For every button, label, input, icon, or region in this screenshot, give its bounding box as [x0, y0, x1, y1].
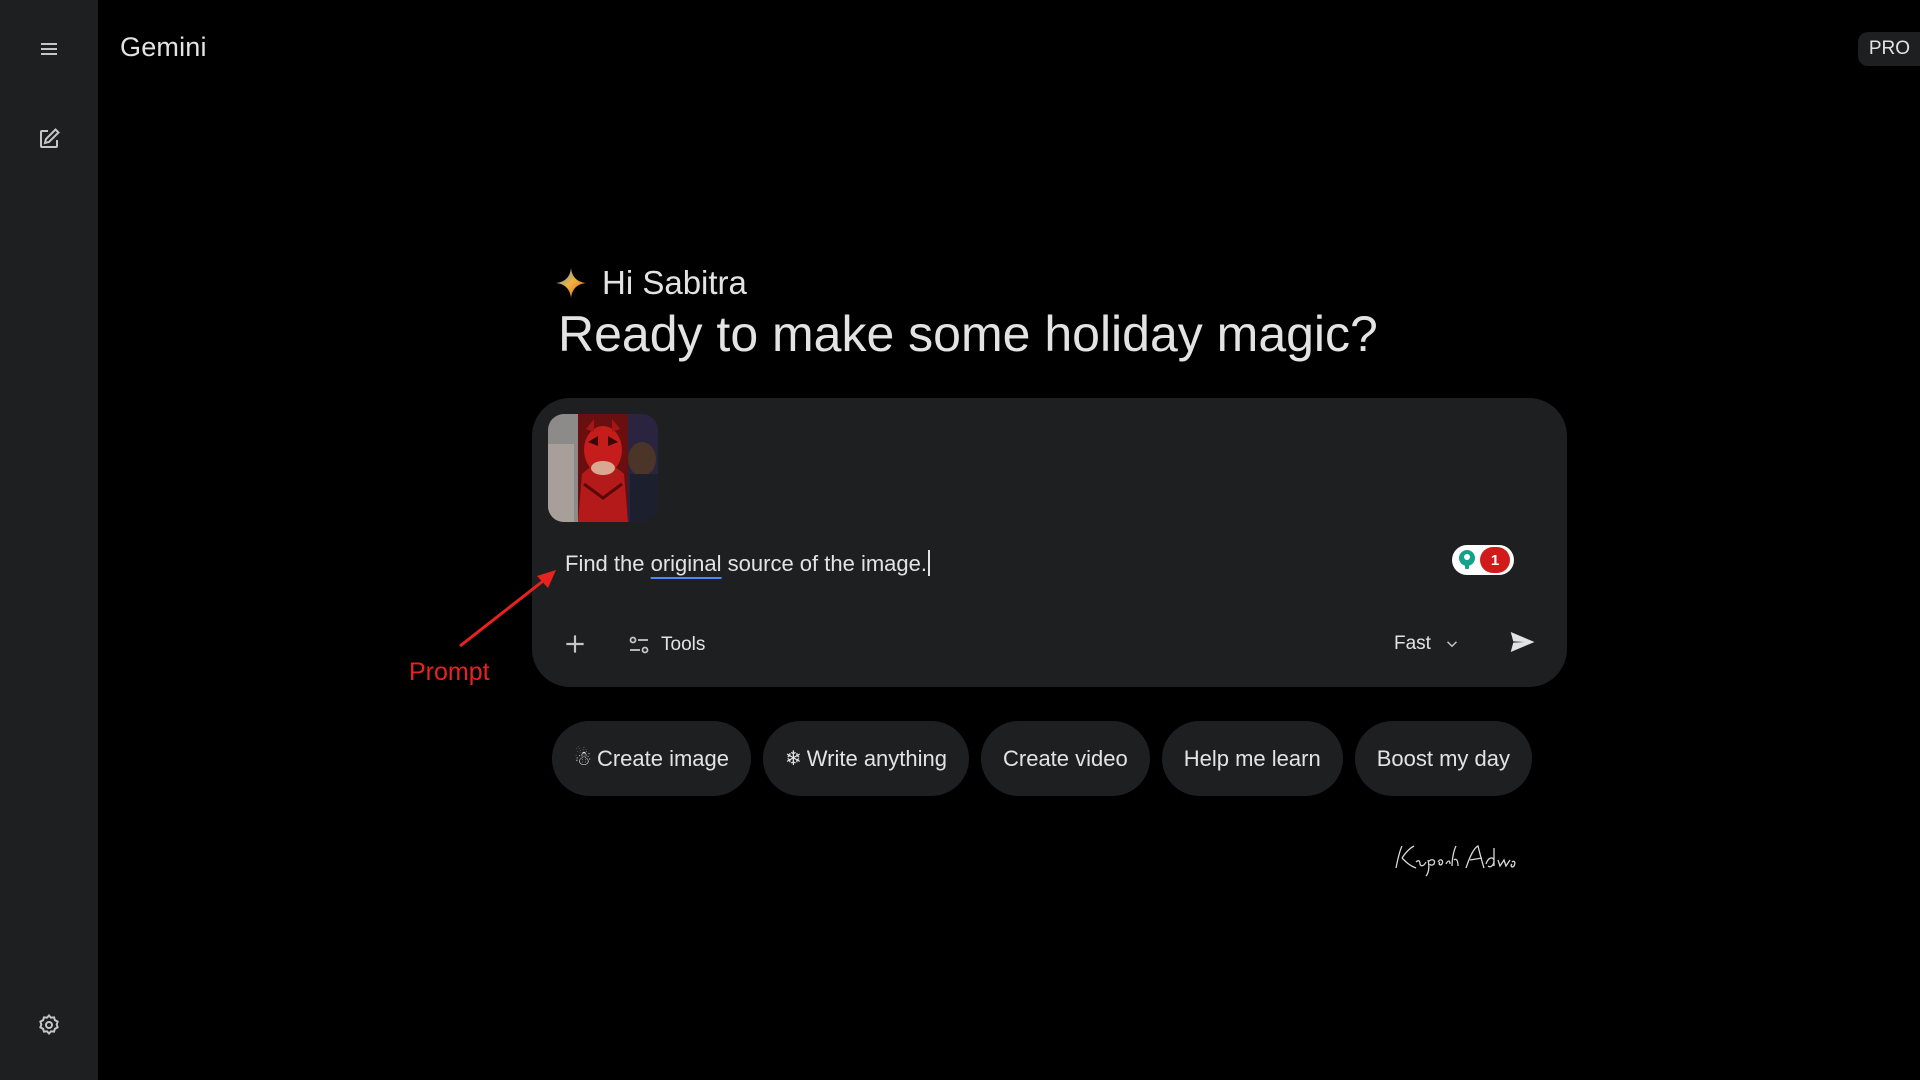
tools-button[interactable]: Tools — [627, 628, 705, 662]
grammar-extension-badge[interactable]: 1 — [1452, 545, 1514, 575]
chip-create-video[interactable]: Create video — [981, 721, 1150, 796]
prompt-text-start: Find the — [565, 551, 651, 576]
plus-icon — [566, 635, 584, 653]
prompt-text-end: source of the image. — [721, 551, 927, 576]
annotation-arrow — [459, 570, 556, 648]
attached-image — [548, 414, 658, 522]
text-caret — [928, 550, 930, 576]
new-chat-button[interactable] — [29, 119, 69, 159]
pro-badge[interactable]: PRO — [1857, 32, 1920, 66]
prompt-input[interactable]: Find the original source of the image. — [565, 550, 930, 577]
snowman-icon: ☃ — [574, 748, 592, 770]
menu-icon — [41, 43, 57, 55]
main-menu-button[interactable] — [29, 29, 69, 69]
suggestion-chips: ☃ Create image ❄ Write anything Create v… — [552, 721, 1532, 796]
greeting-text: Hi Sabitra — [602, 264, 747, 301]
extension-icon — [1459, 550, 1475, 569]
extension-count: 1 — [1480, 547, 1510, 573]
gemini-sparkle-icon — [556, 268, 586, 298]
chip-label: Help me learn — [1183, 745, 1321, 771]
spellcheck-word[interactable]: original — [651, 551, 722, 576]
chip-boost-my-day[interactable]: Boost my day — [1354, 721, 1532, 796]
gear-icon — [39, 1014, 59, 1035]
chevron-down-icon — [1446, 641, 1457, 648]
chip-label: Create video — [1003, 745, 1128, 771]
sidebar — [0, 0, 98, 1080]
chip-write-anything[interactable]: ❄ Write anything — [763, 721, 969, 796]
model-selector[interactable]: Fast — [1394, 627, 1461, 661]
signature-watermark — [1395, 845, 1516, 877]
app-title[interactable]: Gemini — [120, 32, 207, 63]
chip-label: Boost my day — [1376, 745, 1510, 771]
chip-label: Write anything — [806, 745, 947, 771]
annotation-label: Prompt — [409, 658, 490, 686]
settings-button[interactable] — [29, 1005, 69, 1045]
attached-image-thumbnail[interactable] — [548, 414, 658, 522]
headline: Ready to make some holiday magic? — [558, 306, 1378, 362]
chip-help-me-learn[interactable]: Help me learn — [1161, 721, 1343, 796]
prompt-composer[interactable]: Find the original source of the image. 1… — [532, 398, 1567, 687]
chip-create-image[interactable]: ☃ Create image — [552, 721, 752, 796]
tools-icon — [629, 636, 649, 654]
greeting: Hi Sabitra — [554, 264, 747, 302]
add-files-button[interactable] — [557, 626, 593, 662]
chip-label: Create image — [596, 745, 730, 771]
model-label: Fast — [1394, 633, 1431, 654]
tools-label: Tools — [661, 634, 706, 655]
snowflake-icon: ❄ — [785, 748, 802, 770]
edit-icon — [40, 128, 60, 148]
send-button[interactable] — [1502, 622, 1542, 662]
send-icon — [1510, 632, 1535, 652]
